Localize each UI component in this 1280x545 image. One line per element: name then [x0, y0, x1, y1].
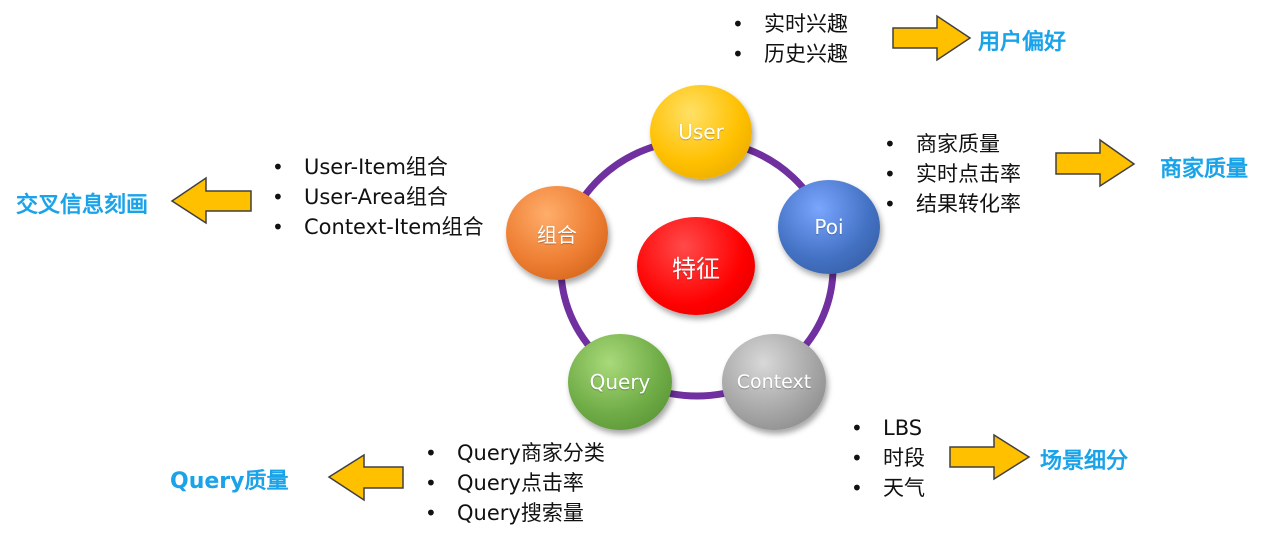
poi-feature-list: • 商家质量 • 实时点击率 • 结果转化率	[884, 129, 1021, 219]
bullet-icon: •	[272, 155, 284, 179]
list-item: • 商家质量	[884, 129, 1021, 159]
bullet-icon: •	[272, 215, 284, 239]
list-item: • Query搜索量	[425, 498, 605, 528]
list-item: • LBS	[851, 413, 925, 443]
node-query: Query	[568, 334, 672, 430]
node-user-label: User	[678, 120, 724, 144]
list-item: • 历史兴趣	[732, 39, 848, 69]
outcome-merchant-quality: 商家质量	[1160, 157, 1249, 182]
list-item: • Query点击率	[425, 468, 605, 498]
arrow-user-right-icon	[892, 14, 972, 62]
list-item: • User-Item组合	[272, 152, 484, 182]
bullet-icon: •	[732, 12, 744, 36]
bullet-icon: •	[851, 416, 863, 440]
bullet-icon: •	[884, 192, 896, 216]
node-combo-label: 组合	[537, 222, 577, 247]
feature-text: User-Item组合	[304, 155, 448, 179]
outcome-cross-info: 交叉信息刻画	[16, 193, 149, 218]
feature-text: Query搜索量	[457, 501, 584, 525]
node-poi: Poi	[778, 180, 880, 274]
list-item: • User-Area组合	[272, 182, 484, 212]
context-feature-list: • LBS • 时段 • 天气	[851, 413, 925, 503]
bullet-icon: •	[884, 162, 896, 186]
arrow-poi-right-icon	[1055, 138, 1136, 188]
list-item: • 天气	[851, 473, 925, 503]
feature-text: User-Area组合	[304, 185, 448, 209]
list-item: • Context-Item组合	[272, 212, 484, 242]
feature-text: LBS	[883, 416, 923, 440]
arrow-context-right-icon	[949, 433, 1031, 481]
list-item: • 时段	[851, 443, 925, 473]
outcome-user-preference: 用户偏好	[978, 30, 1067, 55]
feature-text: 结果转化率	[916, 192, 1021, 216]
list-item: • 结果转化率	[884, 189, 1021, 219]
feature-text: 天气	[883, 476, 925, 500]
combo-feature-list: • User-Item组合 • User-Area组合 • Context-Item组…	[272, 152, 484, 242]
bullet-icon: •	[851, 476, 863, 500]
list-item: • 实时点击率	[884, 159, 1021, 189]
node-query-label: Query	[589, 370, 651, 394]
arrow-query-left-icon	[327, 453, 404, 502]
feature-text: Query点击率	[457, 471, 584, 495]
feature-text: Query商家分类	[457, 441, 605, 465]
list-item: • 实时兴趣	[732, 9, 848, 39]
feature-text: Context-Item组合	[304, 215, 484, 239]
feature-text: 实时点击率	[916, 162, 1021, 186]
arrow-combo-left-icon	[170, 176, 252, 225]
center-node-label: 特征	[672, 254, 720, 283]
node-user: User	[650, 85, 752, 179]
feature-text: 时段	[883, 446, 925, 470]
bullet-icon: •	[272, 185, 284, 209]
bullet-icon: •	[884, 132, 896, 156]
node-combo: 组合	[506, 186, 608, 280]
feature-text: 实时兴趣	[764, 12, 848, 36]
bullet-icon: •	[425, 471, 437, 495]
node-context-label: Context	[736, 371, 812, 393]
node-context: Context	[722, 334, 826, 430]
node-poi-label: Poi	[814, 215, 844, 239]
outcome-query-quality: Query质量	[170, 469, 289, 494]
user-feature-list: • 实时兴趣 • 历史兴趣	[732, 9, 848, 69]
center-node-features: 特征	[637, 217, 755, 315]
bullet-icon: •	[851, 446, 863, 470]
query-feature-list: • Query商家分类 • Query点击率 • Query搜索量	[425, 438, 605, 528]
bullet-icon: •	[425, 501, 437, 525]
list-item: • Query商家分类	[425, 438, 605, 468]
feature-diagram: 特征 User Poi Context Query 组合 • 实时兴趣 • 历史兴趣…	[0, 0, 1280, 545]
bullet-icon: •	[425, 441, 437, 465]
feature-text: 历史兴趣	[764, 42, 848, 66]
bullet-icon: •	[732, 42, 744, 66]
feature-text: 商家质量	[916, 132, 1000, 156]
outcome-scene-segmentation: 场景细分	[1040, 449, 1129, 474]
